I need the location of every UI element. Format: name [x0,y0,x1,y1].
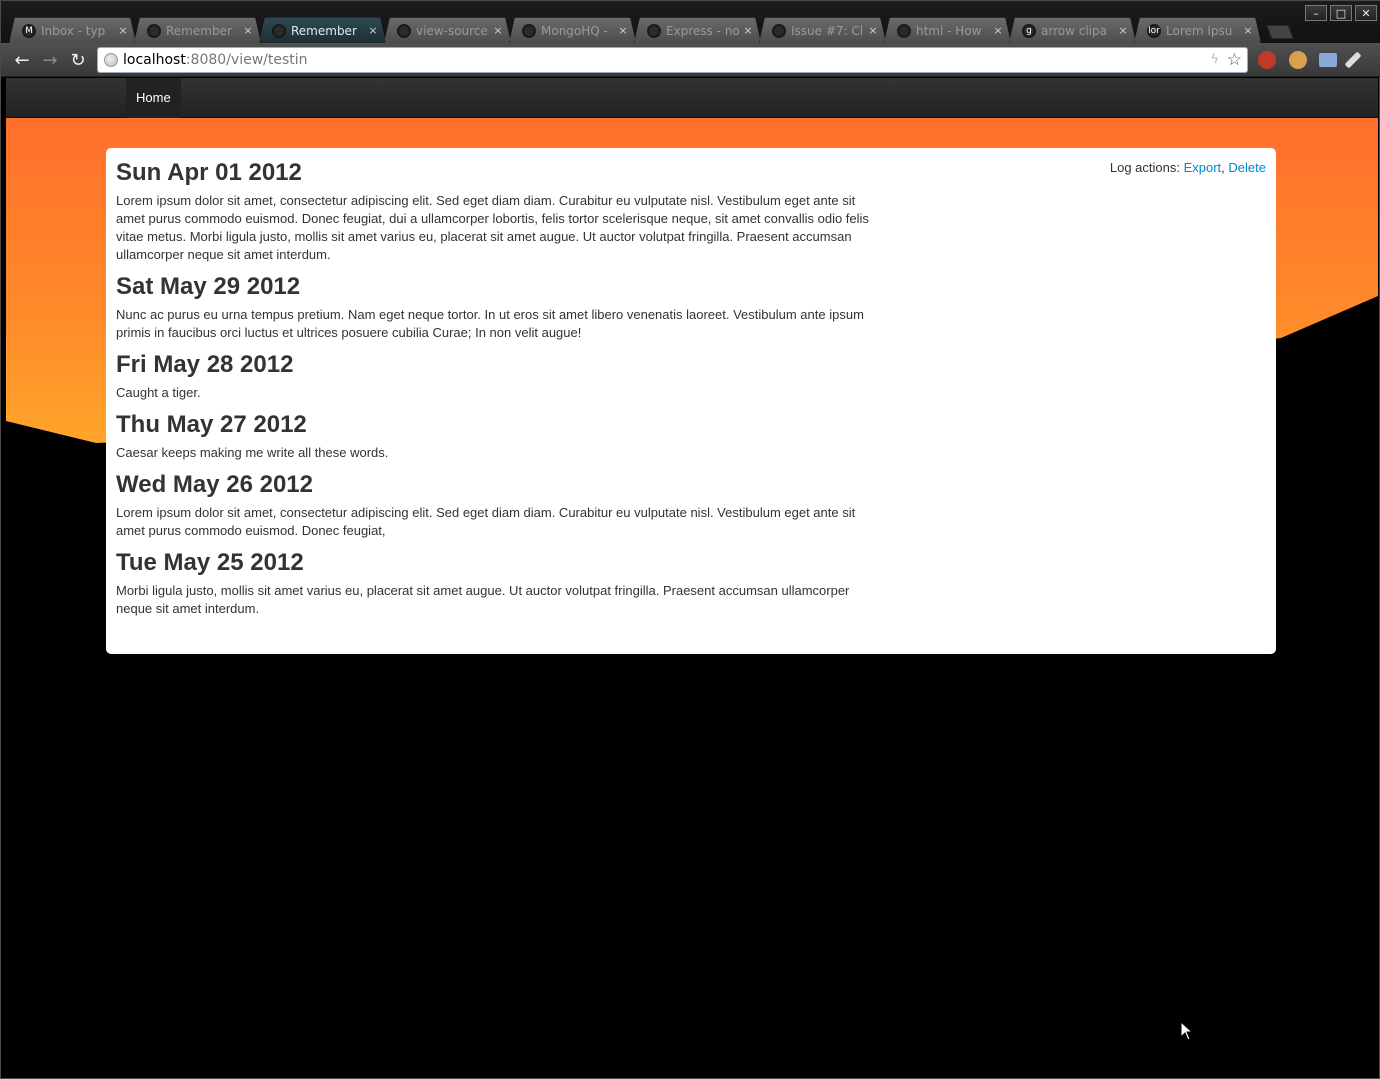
entry-date: Sat May 29 2012 [116,273,301,300]
tab-title: html - How [916,23,982,38]
maximize-button[interactable]: □ [1330,5,1352,21]
log-entry: Sun Apr 01 2012 Lorem ipsum dolor sit ame… [116,158,886,264]
globe-icon [147,24,161,38]
url-path: :8080/view/testin [185,52,308,68]
rainbow-extension-icon[interactable] [1258,51,1276,69]
site-navbar: Home [6,78,1378,118]
export-link[interactable]: Export [1184,160,1222,175]
nav-home-link[interactable]: Home [126,78,181,118]
browser-tab[interactable]: html - How × [884,17,1011,43]
wrench-icon[interactable] [1344,51,1362,69]
tab-strip: M Inbox - typ × Remember × Remember × view-sour… [1,1,1380,45]
reload-button[interactable]: ↻ [67,49,89,71]
entry-text: Caesar keeps making me write all these w… [116,445,389,460]
tab-close-icon[interactable]: × [742,24,754,37]
entry-text: Caught a tiger. [116,385,201,400]
tab-title: Lorem Ipsu [1166,23,1233,38]
log-actions: Log actions: Export, Delete [1110,160,1266,175]
globe-icon [397,24,411,38]
log-entries: Sun Apr 01 2012 Lorem ipsum dolor sit ame… [116,158,1266,618]
tab-close-icon[interactable]: × [492,24,504,37]
log-entry: Fri May 28 2012 Caught a tiger. [116,350,886,402]
globe-icon [272,24,286,38]
tab-title: Express - no [666,23,740,38]
globe-icon [104,53,118,67]
browser-tab[interactable]: Issue #7: Cl × [759,17,886,43]
url-host: localhost [123,52,186,68]
stackoverflow-icon [897,24,911,38]
browser-tab[interactable]: Express - no × [634,17,761,43]
tab-title: Remember [291,23,357,38]
window-controls: – □ ✕ [1305,5,1377,21]
tab-title: MongoHQ - [541,23,608,38]
tab-close-icon[interactable]: × [117,24,129,37]
tab-title: Issue #7: Cl [791,23,864,38]
tab-close-icon[interactable]: × [242,24,254,37]
tab-close-icon[interactable]: × [992,24,1004,37]
log-card: Log actions: Export, Delete Sun Apr 01 2… [106,148,1276,654]
address-bar[interactable]: localhost :8080/view/testin ϟ ☆ [97,47,1248,73]
minimize-button[interactable]: – [1305,5,1327,21]
rocket-icon [522,24,536,38]
browser-tab[interactable]: g arrow clipa × [1009,17,1136,43]
browser-tab[interactable]: M Inbox - typ × [9,17,136,43]
browser-toolbar: ← → ↻ localhost :8080/view/testin ϟ ☆ [1,43,1380,77]
entry-date: Sun Apr 01 2012 [116,159,302,186]
new-tab-button[interactable] [1266,25,1294,39]
delete-link[interactable]: Delete [1228,160,1266,175]
mouse-cursor [1180,1021,1194,1041]
tab-close-icon[interactable]: × [867,24,879,37]
log-entry: Wed May 26 2012 Lorem ipsum dolor sit ame… [116,470,886,540]
browser-tab[interactable]: MongoHQ - × [509,17,636,43]
globe-icon [647,24,661,38]
lorem-icon: lor [1148,25,1160,36]
bookmark-star-icon[interactable]: ☆ [1227,50,1242,70]
entry-date: Thu May 27 2012 [116,411,307,438]
log-entry: Tue May 25 2012 Morbi ligula justo, molli… [116,548,886,618]
tab-close-icon[interactable]: × [1117,24,1129,37]
tab-close-icon[interactable]: × [1242,24,1254,37]
web-page: Home Log actions: Export, Delete Sun Apr… [6,78,1378,1078]
browser-tab[interactable]: view-source × [384,17,511,43]
entry-date: Wed May 26 2012 [116,471,314,498]
tab-title: view-source [416,23,488,38]
back-button[interactable]: ← [11,49,33,71]
entry-date: Fri May 28 2012 [116,351,294,378]
tabs: M Inbox - typ × Remember × Remember × view-sour… [9,17,1294,43]
google-icon: g [1022,24,1036,38]
gmail-icon: M [22,24,36,38]
log-actions-separator: , [1221,160,1225,175]
entry-text: Morbi ligula justo, mollis sit amet vari… [116,583,850,616]
bolt-icon: ϟ [1210,52,1219,67]
tab-close-icon[interactable]: × [367,24,379,37]
entry-text: Lorem ipsum dolor sit amet, consectetur … [116,505,856,538]
tab-title: Inbox - typ [41,23,106,38]
log-entry: Sat May 29 2012 Nunc ac purus eu urna tem… [116,272,886,342]
entry-date: Tue May 25 2012 [116,549,304,576]
cookie-extension-icon[interactable] [1289,51,1307,69]
log-actions-label: Log actions: [1109,160,1180,175]
browser-tab[interactable]: lor Lorem Ipsu × [1134,17,1261,43]
github-icon [772,24,786,38]
log-entry: Thu May 27 2012 Caesar keeps making me wr… [116,410,886,462]
browser-tab[interactable]: Remember × [134,17,261,43]
entry-text: Nunc ac purus eu urna tempus pretium. Na… [116,307,864,340]
forward-button[interactable]: → [39,49,61,71]
close-window-button[interactable]: ✕ [1355,5,1377,21]
window-extension-icon[interactable] [1319,53,1337,67]
tab-close-icon[interactable]: × [617,24,629,37]
tab-title: Remember [166,23,232,38]
entry-text: Lorem ipsum dolor sit amet, consectetur … [116,193,869,262]
browser-window: M Inbox - typ × Remember × Remember × view-sour… [0,0,1380,1079]
browser-tab[interactable]: Remember × [259,17,386,43]
tab-title: arrow clipa [1041,23,1107,38]
